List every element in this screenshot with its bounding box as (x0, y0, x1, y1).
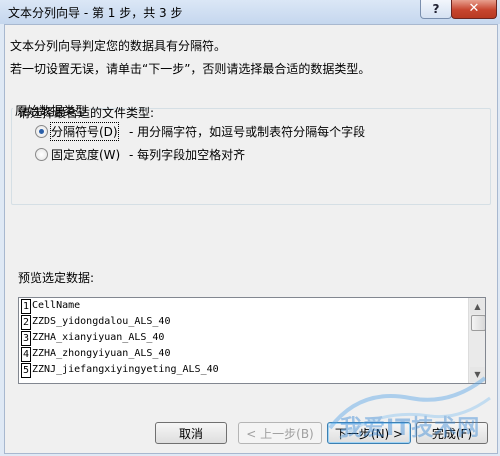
next-button[interactable]: 下一步(N) > (327, 422, 411, 444)
row-number: 1 (21, 299, 31, 314)
fixed-width-description: - 每列字段加空格对齐 (129, 148, 246, 162)
instruction-text: 若一切设置无误，请单击“下一步”，否则请选择最合适的数据类型。 (10, 62, 371, 76)
row-text: ZZHA_zhongyiyuan_ALS_40 (32, 348, 171, 359)
row-text: ZZDS_yidongdalou_ALS_40 (32, 316, 171, 327)
scroll-up-icon[interactable]: ▲ (470, 299, 485, 314)
vertical-scrollbar[interactable]: ▲ ▼ (468, 298, 485, 383)
help-button[interactable]: ? (420, 0, 452, 19)
preview-row: 5 ZZNJ_jiefangxiyingyeting_ALS_40 (21, 362, 469, 378)
preview-row: 2 ZZDS_yidongdalou_ALS_40 (21, 314, 469, 330)
wizard-body: 文本分列向导判定您的数据具有分隔符。 若一切设置无误，请单击“下一步”，否则请选… (4, 24, 498, 454)
row-number: 5 (21, 363, 31, 378)
row-text: ZZNJ_jiefangxiyingyeting_ALS_40 (32, 364, 219, 375)
finish-button[interactable]: 完成(F) (416, 422, 488, 444)
preview-label: 预览选定数据: (18, 271, 95, 285)
row-number: 3 (21, 331, 31, 346)
title-bar: 文本分列向导 - 第 1 步，共 3 步 ? ✕ (0, 0, 500, 24)
delimited-label[interactable]: 分隔符号(D) (50, 122, 119, 141)
preview-row: 4 ZZHA_zhongyiyuan_ALS_40 (21, 346, 469, 362)
scroll-down-icon[interactable]: ▼ (470, 367, 485, 382)
preview-pane[interactable]: 1 CellName 2 ZZDS_yidongdalou_ALS_40 3 Z… (18, 297, 486, 384)
row-text: CellName (32, 300, 81, 311)
row-text: ZZHA_xianyiyuan_ALS_40 (32, 332, 165, 343)
intro-text: 文本分列向导判定您的数据具有分隔符。 (10, 39, 227, 53)
preview-row: 1 CellName (21, 298, 469, 314)
cancel-button[interactable]: 取消 (155, 422, 227, 444)
delimited-radio[interactable] (35, 125, 48, 138)
back-button[interactable]: < 上一步(B) (238, 422, 322, 444)
delimited-description: - 用分隔字符，如逗号或制表符分隔每个字段 (129, 125, 366, 139)
close-button[interactable]: ✕ (451, 0, 497, 19)
preview-row: 3 ZZHA_xianyiyuan_ALS_40 (21, 330, 469, 346)
scroll-thumb[interactable] (471, 315, 485, 331)
fixed-width-label[interactable]: 固定宽度(W) (51, 146, 120, 163)
fixed-width-radio[interactable] (35, 148, 48, 161)
row-number: 2 (21, 315, 31, 330)
row-number: 4 (21, 347, 31, 362)
file-type-prompt: 请选择最合适的文件类型: (18, 106, 155, 120)
window-title: 文本分列向导 - 第 1 步，共 3 步 (8, 6, 183, 20)
